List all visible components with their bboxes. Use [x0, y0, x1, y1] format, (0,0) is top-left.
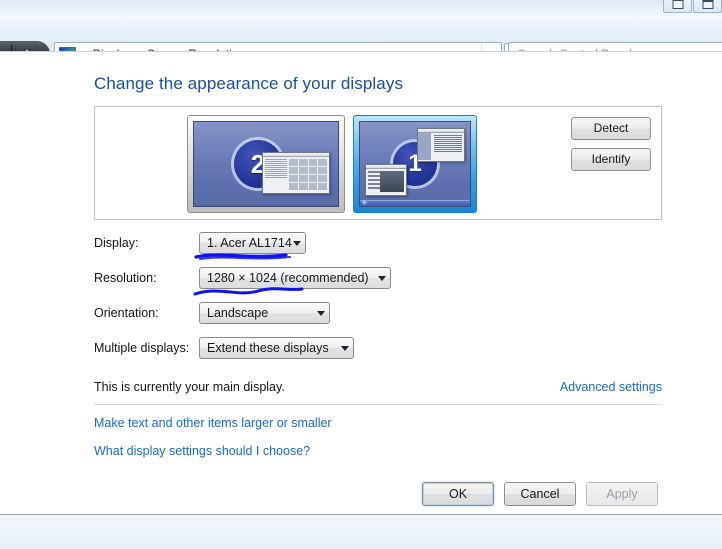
apply-button: Apply: [586, 482, 658, 506]
display-label: Display:: [94, 236, 139, 250]
maximize-button[interactable]: [693, 0, 722, 13]
settings-form: Display: 1. Acer AL1714 Resolution: 1280…: [94, 232, 664, 372]
orientation-label: Orientation:: [94, 306, 159, 320]
chevron-down-icon: [317, 310, 325, 316]
monitor-1-list-window-icon: [365, 164, 407, 196]
chevron-down-icon: [341, 345, 349, 351]
form-row-resolution: Resolution: 1280 × 1024 (recommended): [94, 267, 664, 302]
content-area: Change the appearance of your displays 2: [0, 52, 722, 514]
section-divider: [94, 404, 662, 405]
page-title: Change the appearance of your displays: [94, 74, 404, 93]
multiple-displays-dropdown-value: Extend these displays: [207, 341, 329, 355]
display-dropdown[interactable]: 1. Acer AL1714: [199, 232, 306, 254]
ok-button[interactable]: OK: [422, 482, 494, 506]
multiple-displays-dropdown[interactable]: Extend these displays: [199, 337, 354, 359]
display-dropdown-value: 1. Acer AL1714: [207, 236, 292, 250]
what-display-settings-link[interactable]: What display settings should I choose?: [94, 444, 310, 458]
form-row-multiple-displays: Multiple displays: Extend these displays: [94, 337, 664, 372]
orientation-dropdown[interactable]: Landscape: [199, 302, 330, 324]
monitor-2[interactable]: 2: [187, 115, 345, 213]
cancel-button[interactable]: Cancel: [504, 482, 576, 506]
identify-button[interactable]: Identify: [571, 148, 651, 171]
orientation-dropdown-value: Landscape: [207, 306, 269, 320]
start-orb-icon: [362, 200, 368, 206]
monitor-1-window-icon: [417, 128, 465, 162]
chevron-down-icon: [293, 240, 301, 246]
resolution-dropdown[interactable]: 1280 × 1024 (recommended): [199, 267, 391, 289]
minimize-button[interactable]: [663, 0, 692, 13]
preview-side-buttons: Detect Identify: [571, 117, 651, 179]
screen-resolution-window: ◀ ▶ « Display ▸ Screen Resolution ↷ Sear…: [0, 0, 722, 549]
maximize-icon: [702, 0, 713, 9]
monitor-1-screen: 1: [359, 121, 471, 207]
monitor-2-screen: 2: [193, 121, 339, 207]
window-controls: [663, 0, 722, 13]
window-bottom-bar: [0, 514, 722, 549]
monitor-1[interactable]: 1: [353, 115, 477, 213]
monitor-1-taskbar: [360, 200, 470, 206]
resolution-dropdown-value: 1280 × 1024 (recommended): [207, 271, 369, 285]
form-row-orientation: Orientation: Landscape: [94, 302, 664, 337]
navigation-bar: ◀ ▶ « Display ▸ Screen Resolution ↷ Sear…: [0, 19, 722, 67]
make-text-larger-link[interactable]: Make text and other items larger or smal…: [94, 416, 332, 430]
window-titlebar: [0, 0, 722, 19]
chevron-down-icon: [378, 275, 386, 281]
main-display-status: This is currently your main display.: [94, 380, 285, 394]
status-row: This is currently your main display. Adv…: [94, 380, 662, 404]
display-preview-panel[interactable]: 2 1 Detect Identify: [94, 106, 662, 220]
resolution-label: Resolution:: [94, 271, 157, 285]
dialog-buttons: OK Cancel Apply: [422, 482, 658, 506]
multiple-displays-label: Multiple displays:: [94, 341, 190, 355]
form-row-display: Display: 1. Acer AL1714: [94, 232, 664, 267]
detect-button[interactable]: Detect: [571, 117, 651, 140]
minimize-icon: [672, 0, 683, 9]
monitor-2-window-icon: [262, 152, 330, 194]
advanced-settings-link[interactable]: Advanced settings: [560, 380, 662, 394]
